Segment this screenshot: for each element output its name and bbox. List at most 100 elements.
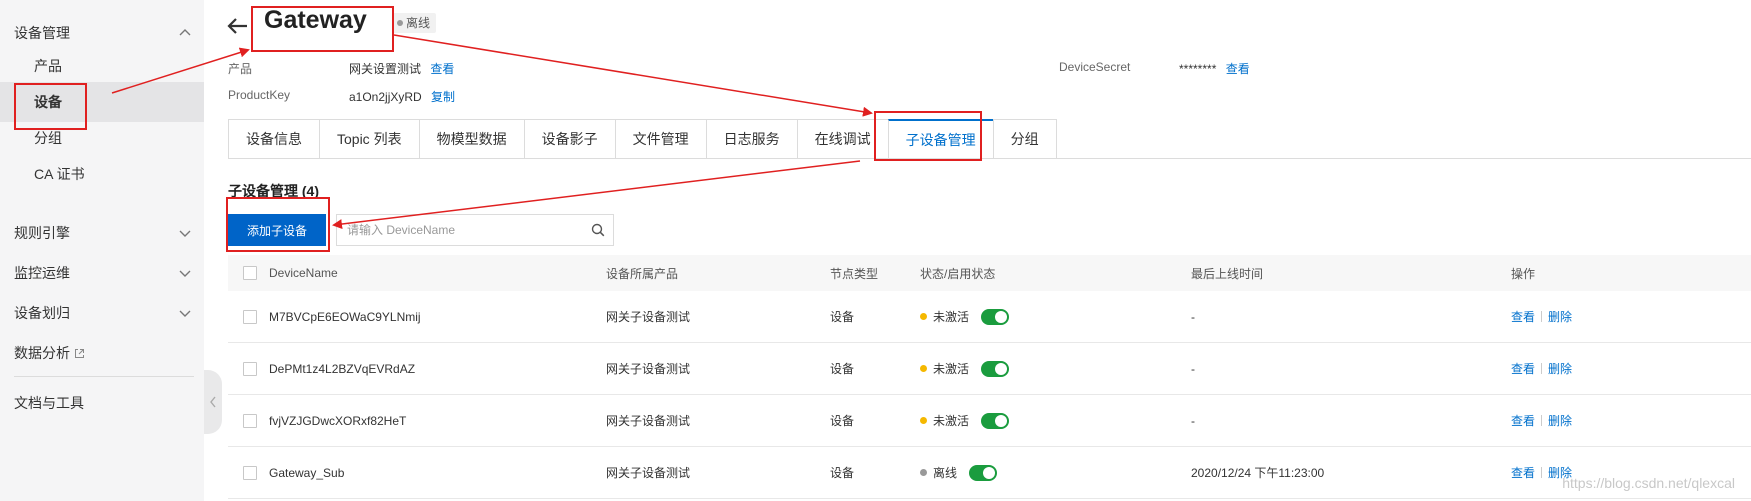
sidebar-group-label: 文档与工具 (14, 395, 84, 411)
column-header-status: 状态/启用状态 (920, 266, 996, 281)
view-link[interactable]: 查看 (1511, 412, 1535, 429)
sidebar-group-label: 设备管理 (14, 25, 70, 41)
copy-productkey-link[interactable]: 复制 (431, 90, 455, 104)
tab-device-shadow[interactable]: 设备影子 (523, 119, 615, 159)
row-checkbox[interactable] (243, 465, 257, 480)
tab-group[interactable]: 分组 (992, 119, 1057, 159)
search-icon[interactable] (583, 215, 613, 245)
row-checkbox[interactable] (243, 361, 257, 376)
tab-label: Topic 列表 (337, 131, 402, 147)
sidebar-item-ca-cert[interactable]: CA 证书 (0, 154, 204, 194)
status-text: 未激活 (933, 310, 970, 324)
tab-label: 设备影子 (541, 131, 598, 147)
sidebar-item-product[interactable]: 产品 (0, 46, 204, 86)
enable-toggle[interactable] (969, 464, 998, 481)
sidebar-divider (14, 376, 194, 377)
sidebar-group-device-assignment[interactable]: 设备划归 (0, 293, 204, 333)
devicesecret-value: ******** (1179, 62, 1217, 76)
view-link[interactable]: 查看 (1511, 308, 1535, 325)
device-name-cell: M7BVCpE6EOWaC9YLNmij (269, 309, 421, 324)
annotation-box-title (251, 6, 394, 52)
tab-label: 日志服务 (723, 131, 780, 147)
status-badge: 离线 (392, 13, 437, 33)
productkey-value: a1On2jjXyRD (349, 90, 422, 104)
chevron-down-icon (179, 270, 191, 277)
meta-product-value: 网关设置测试 查看 (349, 60, 454, 77)
tab-file-management[interactable]: 文件管理 (614, 119, 706, 159)
tab-topic-list[interactable]: Topic 列表 (319, 119, 419, 159)
tab-label: 文件管理 (632, 131, 689, 147)
status-text: 未激活 (933, 362, 970, 376)
column-header-product: 设备所属产品 (606, 266, 679, 281)
view-product-link[interactable]: 查看 (430, 62, 454, 76)
view-devicesecret-link[interactable]: 查看 (1226, 62, 1250, 76)
chevron-up-icon (179, 29, 191, 36)
external-link-icon (75, 348, 84, 358)
meta-product-label: 产品 (228, 62, 253, 76)
actions-cell: 查看 删除 (1511, 395, 1572, 446)
actions-separator (1541, 467, 1543, 478)
annotation-box-device (14, 83, 87, 130)
product-cell: 网关子设备测试 (606, 310, 691, 324)
status-cell: 未激活 (920, 343, 1010, 394)
back-arrow-icon[interactable] (226, 14, 250, 38)
product-cell: 网关子设备测试 (606, 466, 691, 480)
sidebar-item-label: 产品 (34, 58, 62, 74)
enable-toggle[interactable] (981, 412, 1010, 429)
sidebar-group-label: 规则引擎 (14, 225, 70, 241)
column-header-devicename: DeviceName (269, 266, 338, 280)
row-checkbox[interactable] (243, 413, 257, 428)
sidebar: 设备管理 产品 设备 分组 CA 证书 规则引擎 监控运维 设备划归 数据分析 … (0, 0, 204, 501)
status-badge-label: 离线 (406, 16, 431, 30)
sidebar-group-docs-tools[interactable]: 文档与工具 (0, 383, 204, 423)
column-header-last-online: 最后上线时间 (1191, 266, 1264, 281)
status-text: 未激活 (933, 414, 970, 428)
actions-cell: 查看 删除 (1511, 343, 1572, 394)
status-dot (920, 313, 927, 320)
product-cell: 网关子设备测试 (606, 362, 691, 376)
enable-toggle[interactable] (981, 308, 1010, 325)
delete-link[interactable]: 删除 (1548, 360, 1572, 377)
status-dot (920, 365, 927, 372)
device-name-cell: DePMt1z4L2BZVqEVRdAZ (269, 361, 416, 376)
view-link[interactable]: 查看 (1511, 360, 1535, 377)
node-type-cell: 设备 (830, 362, 855, 376)
sidebar-group-monitoring[interactable]: 监控运维 (0, 253, 204, 293)
status-cell: 未激活 (920, 395, 1010, 446)
product-cell: 网关子设备测试 (606, 414, 691, 428)
sidebar-group-label: 设备划归 (14, 305, 70, 321)
node-type-cell: 设备 (830, 466, 855, 480)
sidebar-group-label: 监控运维 (14, 265, 70, 281)
row-checkbox[interactable] (243, 309, 257, 324)
tab-device-info[interactable]: 设备信息 (228, 119, 319, 159)
last-online-cell: - (1191, 361, 1195, 376)
status-dot (920, 469, 927, 476)
device-name-cell: Gateway_Sub (269, 465, 345, 480)
sidebar-group-label: 数据分析 (14, 345, 70, 361)
table-header: DeviceName 设备所属产品 节点类型 状态/启用状态 最后上线时间 操作 (228, 255, 1751, 291)
main-content: Gateway 离线 产品 网关设置测试 查看 ProductKey a1On2… (204, 0, 1751, 501)
meta-productkey-label: ProductKey (228, 88, 291, 102)
table-row: fvjVZJGDwcXORxf82HeT 网关子设备测试 设备 未激活 - 查看… (228, 395, 1751, 447)
view-link[interactable]: 查看 (1511, 464, 1535, 481)
tab-log-service[interactable]: 日志服务 (705, 119, 797, 159)
enable-toggle[interactable] (981, 360, 1010, 377)
search-input[interactable] (337, 215, 583, 245)
sub-device-table: DeviceName 设备所属产品 节点类型 状态/启用状态 最后上线时间 操作… (228, 255, 1751, 499)
sidebar-item-label: CA 证书 (34, 166, 85, 182)
product-name: 网关设置测试 (349, 62, 422, 76)
tabs-divider (228, 158, 1751, 159)
select-all-checkbox[interactable] (243, 266, 257, 280)
sidebar-group-rule-engine[interactable]: 规则引擎 (0, 213, 204, 253)
tab-label: 分组 (1010, 131, 1039, 147)
actions-separator (1541, 311, 1543, 322)
column-header-node-type: 节点类型 (830, 266, 879, 281)
delete-link[interactable]: 删除 (1548, 308, 1572, 325)
delete-link[interactable]: 删除 (1548, 412, 1572, 429)
meta-productkey-value: a1On2jjXyRD 复制 (349, 88, 455, 105)
sidebar-group-data-analysis[interactable]: 数据分析 (0, 333, 204, 373)
table-row: DePMt1z4L2BZVqEVRdAZ 网关子设备测试 设备 未激活 - 查看… (228, 343, 1751, 395)
status-dot (920, 417, 927, 424)
watermark: https://blog.csdn.net/qlexcal (1562, 475, 1735, 491)
tab-thing-model-data[interactable]: 物模型数据 (418, 119, 524, 159)
